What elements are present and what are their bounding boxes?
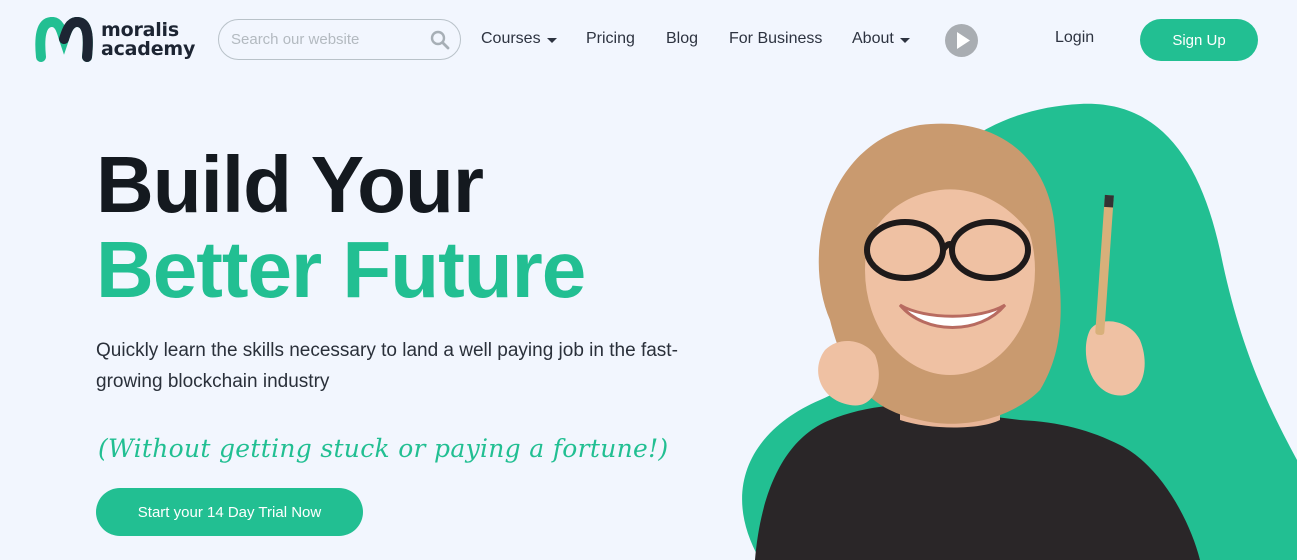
- chevron-down-icon: [899, 37, 910, 43]
- nav-blog-label: Blog: [666, 30, 699, 47]
- nav-courses[interactable]: Courses: [481, 30, 557, 48]
- nav-pricing[interactable]: Pricing: [586, 30, 635, 48]
- logo-wordmark: moralis academy: [101, 21, 195, 59]
- nav-about-label: About: [852, 30, 894, 47]
- moralis-logo-icon: [35, 17, 93, 62]
- hero-tagline: (Without getting stuck or paying a fortu…: [98, 434, 669, 463]
- hero-headline-line-2: Better Future: [96, 225, 586, 314]
- chevron-down-icon: [546, 37, 557, 43]
- nav-pricing-label: Pricing: [586, 30, 635, 47]
- nav-about[interactable]: About: [852, 30, 910, 48]
- nav-blog[interactable]: Blog: [666, 30, 698, 48]
- search-icon[interactable]: [430, 30, 450, 50]
- nav-for-business[interactable]: For Business: [729, 30, 822, 48]
- play-icon: [957, 32, 970, 49]
- logo[interactable]: moralis academy: [35, 17, 195, 63]
- nav-for-business-label: For Business: [729, 30, 823, 47]
- hero-subtitle: Quickly learn the skills necessary to la…: [96, 340, 678, 392]
- start-trial-button[interactable]: Start your 14 Day Trial Now: [96, 488, 363, 536]
- play-video-button[interactable]: [945, 24, 978, 57]
- search-bar: [218, 19, 461, 60]
- login-link[interactable]: Login: [1055, 29, 1094, 47]
- hero-illustration: [742, 103, 1297, 560]
- search-input[interactable]: [219, 31, 424, 48]
- logo-line-2: academy: [101, 38, 196, 60]
- nav-courses-label: Courses: [481, 30, 541, 47]
- signup-button[interactable]: Sign Up: [1140, 19, 1258, 61]
- hero-headline-line-1: Build Your: [96, 140, 484, 229]
